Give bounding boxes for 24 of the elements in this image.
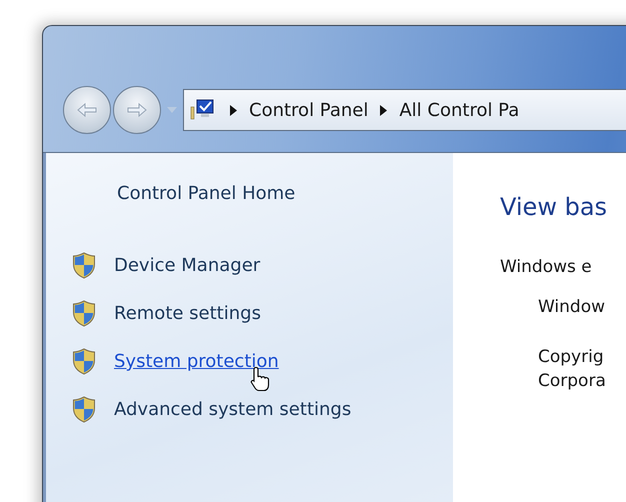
forward-button[interactable]: [113, 86, 161, 134]
shield-icon: [72, 252, 96, 279]
back-button[interactable]: [63, 86, 111, 134]
shield-icon: [72, 348, 96, 375]
section-label: Windows e: [500, 257, 593, 277]
shield-icon: [72, 300, 96, 327]
breadcrumb-item[interactable]: Control Panel: [249, 100, 368, 120]
sidebar-link[interactable]: System protection: [114, 351, 279, 372]
breadcrumb-item[interactable]: All Control Pa: [399, 100, 520, 120]
page-heading: View bas: [500, 193, 608, 221]
sidebar-link[interactable]: Advanced system settings: [114, 399, 352, 420]
info-text: Copyrig: [538, 346, 605, 369]
info-text: Corpora: [538, 370, 607, 393]
breadcrumb-arrow-icon[interactable]: [380, 104, 388, 116]
control-panel-icon: [190, 99, 216, 121]
sidebar-link[interactable]: Device Manager: [114, 255, 260, 276]
forward-arrow-icon: [126, 102, 148, 118]
sidebar-link[interactable]: Remote settings: [114, 303, 261, 324]
info-text: Window: [538, 296, 606, 319]
breadcrumb-arrow-icon[interactable]: [230, 104, 237, 116]
back-arrow-icon: [76, 102, 98, 118]
control-panel-home-link[interactable]: Control Panel Home: [117, 183, 296, 204]
shield-icon: [72, 396, 96, 423]
address-bar[interactable]: Control Panel All Control Pa: [183, 89, 626, 131]
